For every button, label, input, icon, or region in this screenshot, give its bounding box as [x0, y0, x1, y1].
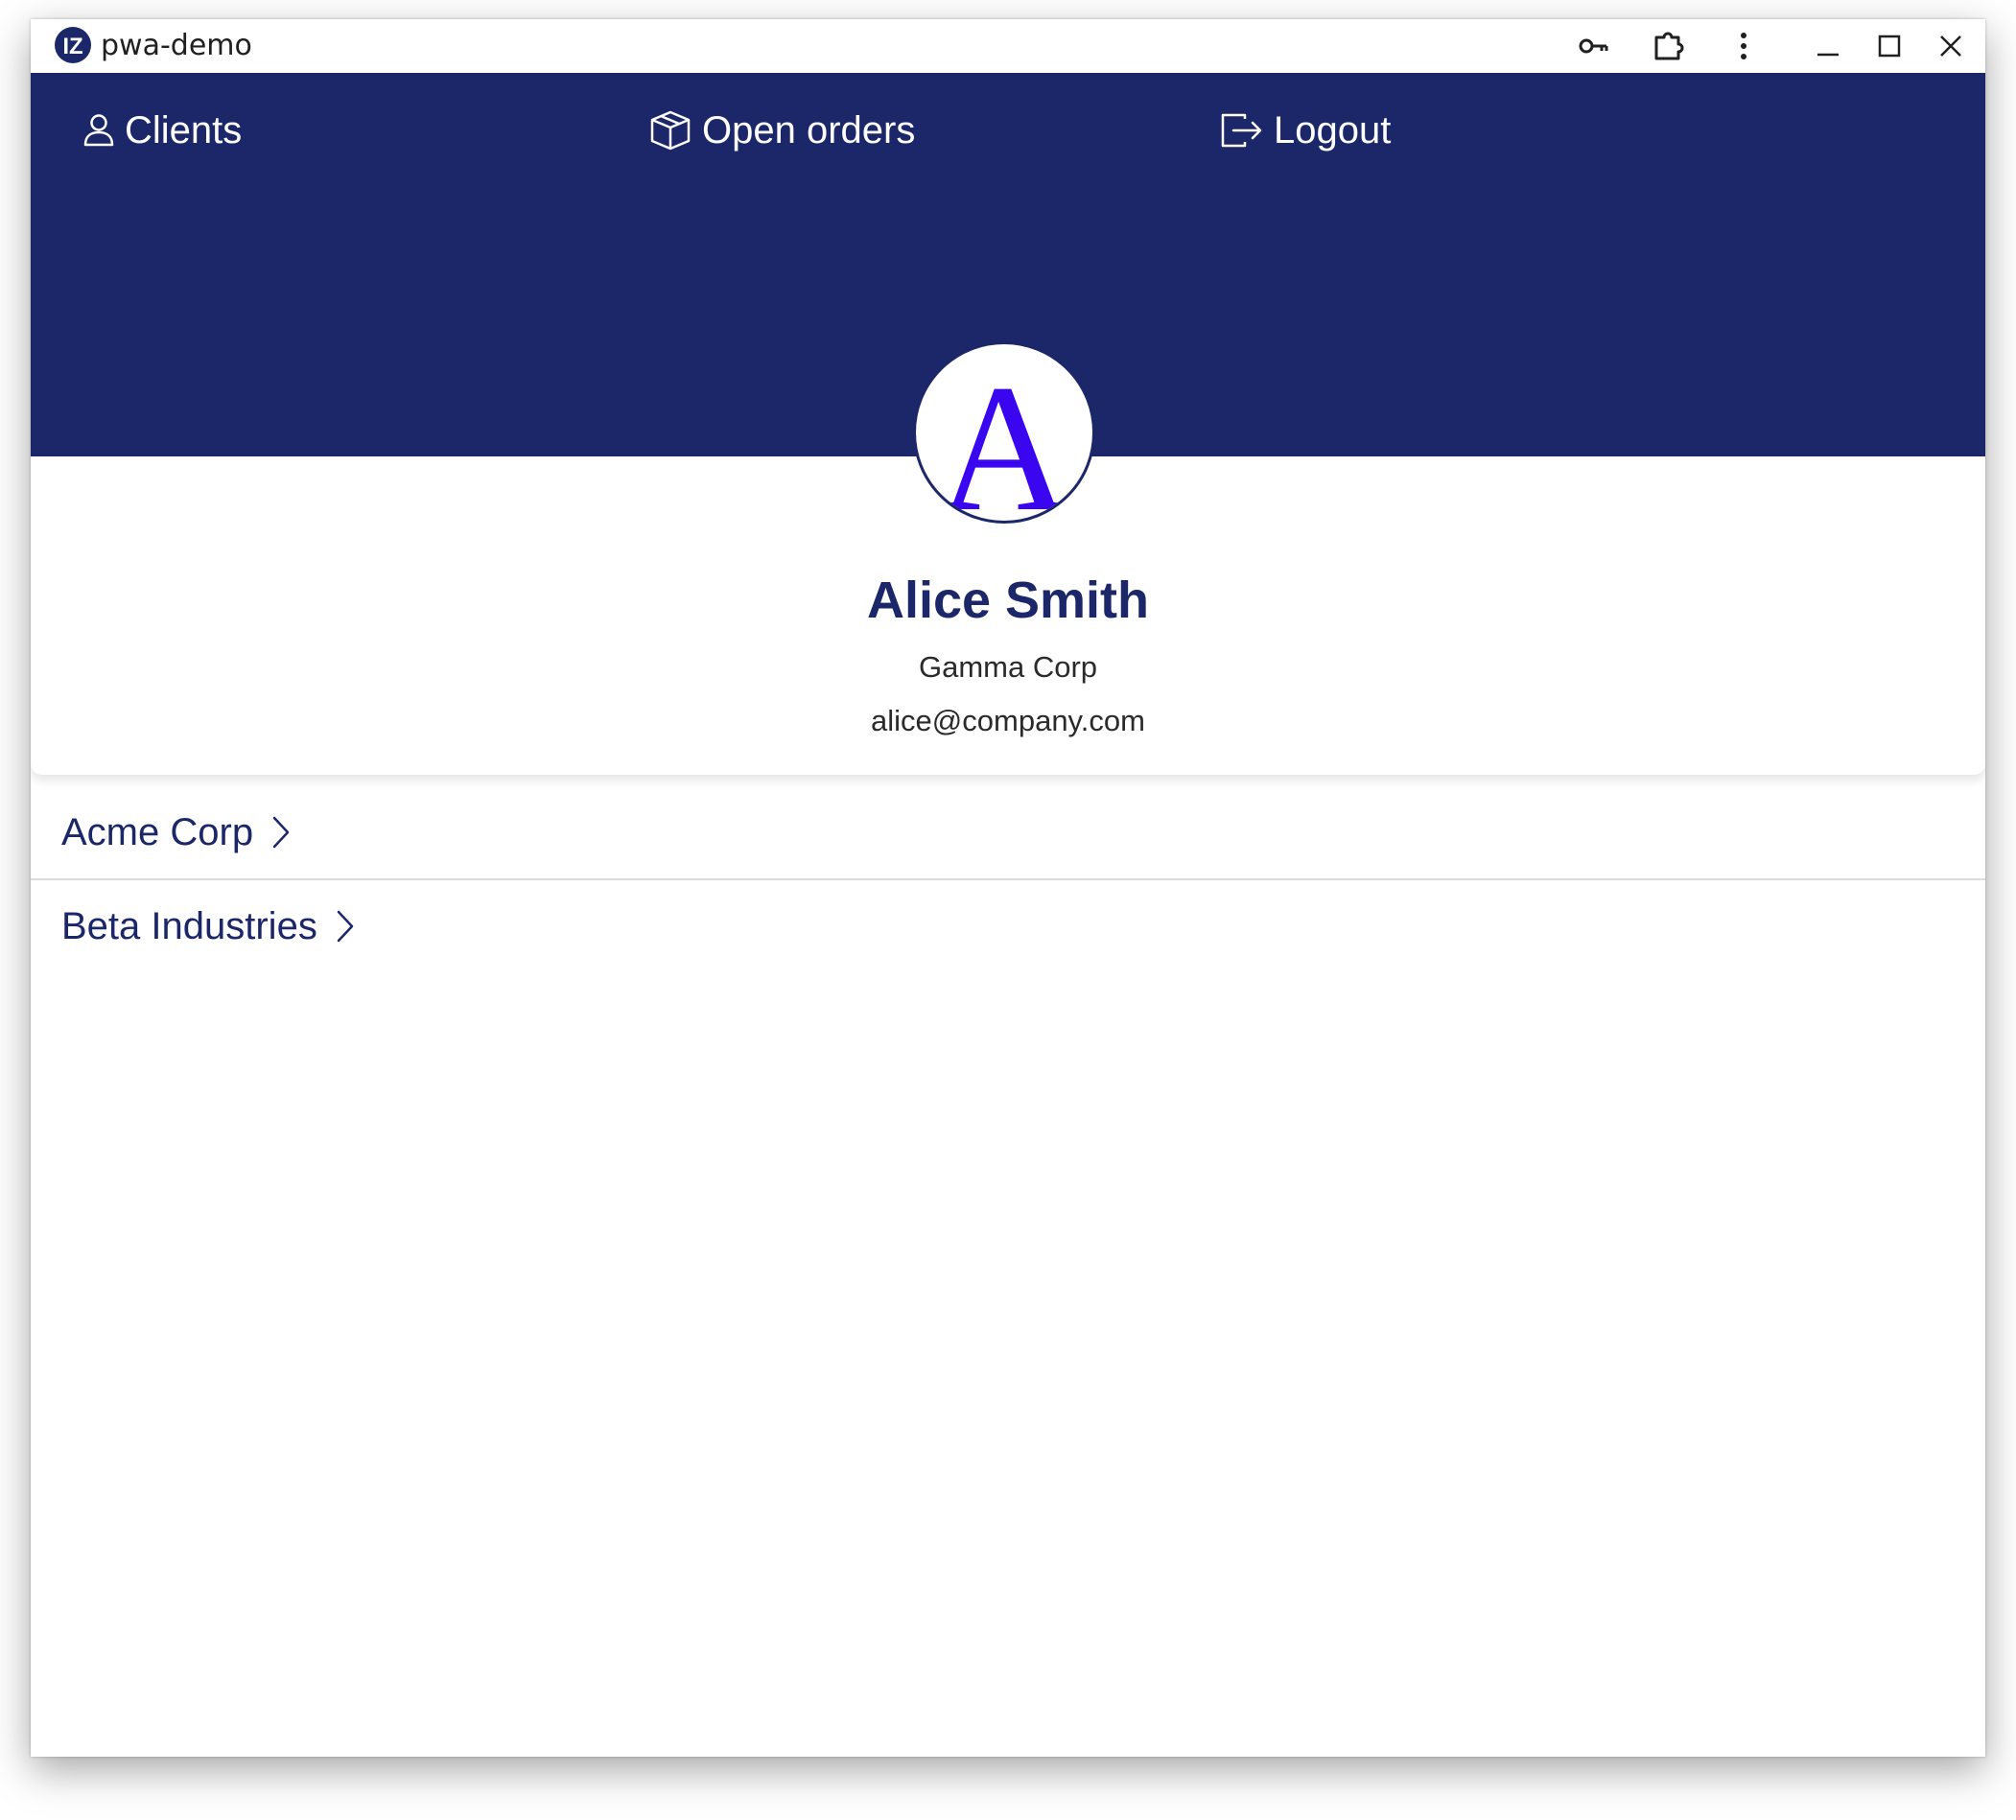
nav-open-orders-label: Open orders	[702, 108, 916, 152]
maximize-icon	[1878, 35, 1901, 58]
more-vert-icon	[1741, 33, 1746, 59]
close-icon	[1940, 35, 1961, 57]
menu-button[interactable]	[1723, 27, 1765, 65]
profile-company: Gamma Corp	[918, 650, 1098, 684]
extension-icon	[1654, 32, 1684, 60]
avatar: A	[913, 341, 1095, 524]
maximize-button[interactable]	[1868, 27, 1911, 65]
nav-logout-label: Logout	[1274, 108, 1392, 152]
package-icon	[650, 110, 691, 151]
avatar-letter: A	[938, 348, 1069, 521]
key-icon	[1579, 38, 1608, 54]
nav-logout[interactable]: Logout	[1220, 102, 1391, 159]
profile-name: Alice Smith	[866, 572, 1150, 629]
minimize-button[interactable]	[1807, 27, 1849, 65]
window-title: pwa-demo	[101, 29, 252, 62]
svg-text:IZ: IZ	[62, 34, 82, 59]
user-icon	[83, 114, 114, 147]
profile-email: alice@company.com	[871, 704, 1145, 737]
close-button[interactable]	[1930, 27, 1972, 65]
chevron-right-icon	[272, 816, 290, 849]
client-list-item[interactable]: Acme Corp	[31, 786, 1985, 880]
app-logo-icon: IZ	[55, 27, 91, 63]
client-name: Beta Industries	[61, 904, 317, 947]
client-name: Acme Corp	[61, 810, 254, 853]
nav-clients[interactable]: Clients	[82, 102, 242, 159]
title-bar: IZ pwa-demo	[31, 19, 1985, 73]
nav-open-orders[interactable]: Open orders	[648, 102, 915, 159]
nav-clients-label: Clients	[125, 108, 243, 152]
app-window: IZ pwa-demo Clients Open orders Logout A…	[31, 19, 1985, 1757]
chevron-right-icon	[337, 910, 354, 943]
client-list: Acme Corp Beta Industries	[31, 786, 1985, 972]
logout-icon	[1221, 113, 1262, 148]
minimize-icon	[1817, 53, 1839, 57]
client-list-item[interactable]: Beta Industries	[31, 880, 1985, 972]
extensions-button[interactable]	[1648, 27, 1690, 65]
key-button[interactable]	[1573, 27, 1615, 65]
